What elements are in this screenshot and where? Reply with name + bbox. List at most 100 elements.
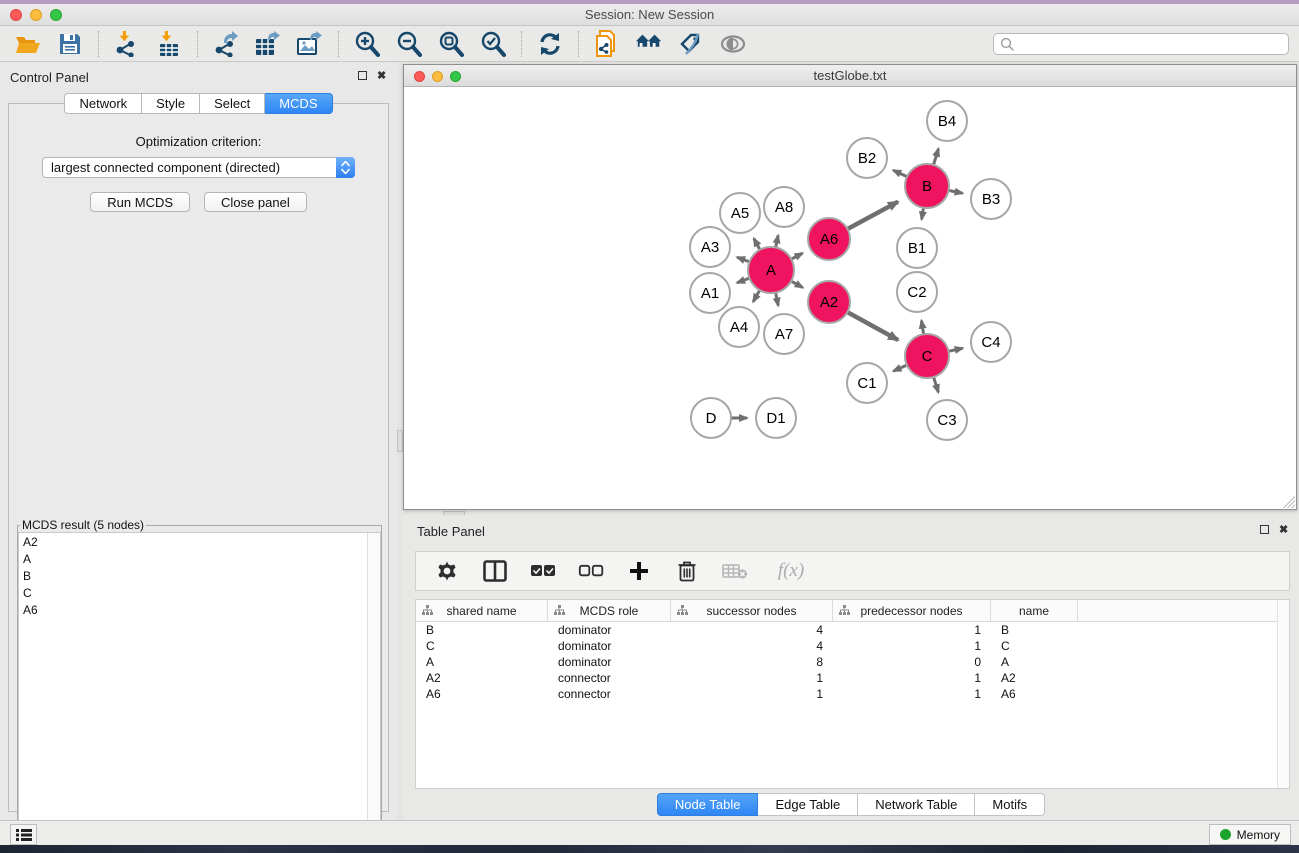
mcds-result-title: MCDS result (5 nodes) [20,518,146,532]
node-label-B4: B4 [938,113,956,130]
zoom-in-icon[interactable] [353,30,381,58]
result-item[interactable]: A2 [19,533,380,550]
tab-edge-table[interactable]: Edge Table [758,793,858,816]
tab-style[interactable]: Style [142,93,200,114]
cell-shared_name: A6 [416,686,548,702]
toggle-panel-columns-icon[interactable] [482,558,508,584]
node-table: shared nameMCDS rolesuccessor nodesprede… [415,599,1290,789]
annotations-icon[interactable] [677,30,705,58]
float-panel-icon[interactable] [358,71,367,83]
table-panel: Table Panel ✖ [403,515,1299,820]
table-row[interactable]: A6connector11A6 [416,686,1289,702]
delete-table-icon-disabled[interactable] [722,558,748,584]
run-mcds-button[interactable]: Run MCDS [90,192,190,212]
node-label-A3: A3 [701,239,719,256]
main-area: Control Panel ✖ NetworkStyleSelectMCDS O… [0,62,1299,820]
node-label-B: B [922,178,932,195]
zoom-out-icon[interactable] [395,30,423,58]
refresh-icon[interactable] [536,30,564,58]
tab-network-table[interactable]: Network Table [858,793,975,816]
cell-name: A2 [991,670,1078,686]
zoom-fit-icon[interactable] [437,30,465,58]
network-graph[interactable]: B4B2BB3A5A8A6B1A3AA1C2A2A4A7CC4C1C3DD1 [404,87,1296,509]
cell-shared_name: C [416,638,548,654]
network-window-titlebar: testGlobe.txt [404,65,1296,87]
close-network-button[interactable] [414,71,425,82]
float-table-panel-icon[interactable] [1260,525,1269,537]
zoom-selected-icon[interactable] [479,30,507,58]
import-table-icon[interactable] [155,30,183,58]
close-panel-icon[interactable]: ✖ [377,71,386,82]
cell-shared_name: A [416,654,548,670]
function-builder-icon-disabled[interactable]: f(x) [770,558,812,584]
control-panel-tabs: NetworkStyleSelectMCDS [0,93,397,114]
table-row[interactable]: A2connector11A2 [416,670,1289,686]
table-row[interactable]: Adominator80A [416,654,1289,670]
node-table-header: shared nameMCDS rolesuccessor nodesprede… [416,600,1289,622]
result-item[interactable]: A [19,550,380,567]
task-history-button[interactable] [10,824,37,845]
control-panel: Control Panel ✖ NetworkStyleSelectMCDS O… [0,62,397,820]
export-table-icon[interactable] [254,30,282,58]
result-list-scrollbar[interactable] [367,533,380,849]
cell-successor_nodes: 4 [671,638,833,654]
home-icon[interactable] [635,30,663,58]
table-panel-tabs: Node TableEdge TableNetwork TableMotifs [403,793,1299,816]
table-row[interactable]: Cdominator41C [416,638,1289,654]
unselect-all-columns-icon[interactable] [578,558,604,584]
mcds-result-list[interactable]: A2ABCA6 [18,532,381,850]
tab-mcds[interactable]: MCDS [265,93,332,114]
cell-mcds_role: dominator [548,622,671,638]
result-item[interactable]: C [19,584,380,601]
table-scrollbar[interactable] [1277,600,1289,788]
memory-button[interactable]: Memory [1209,824,1291,845]
eye-icon[interactable] [719,30,747,58]
result-item[interactable]: A6 [19,601,380,618]
tab-network[interactable]: Network [64,93,142,114]
maximize-window-button[interactable] [50,9,62,21]
node-label-A8: A8 [775,199,793,216]
table-settings-gear-icon[interactable] [434,558,460,584]
criterion-value: largest connected component (directed) [51,160,280,175]
close-panel-button[interactable]: Close panel [204,192,307,212]
export-image-icon[interactable] [296,30,324,58]
search-input[interactable] [1015,37,1275,51]
create-column-plus-icon[interactable] [626,558,652,584]
column-header-name[interactable]: name [991,600,1078,621]
save-session-icon[interactable] [56,30,84,58]
tab-select[interactable]: Select [200,93,265,114]
window-controls [10,9,62,21]
close-window-button[interactable] [10,9,22,21]
network-window-controls [414,71,461,82]
minimize-window-button[interactable] [30,9,42,21]
tab-motifs[interactable]: Motifs [975,793,1045,816]
cell-name: B [991,622,1078,638]
cell-mcds_role: connector [548,686,671,702]
column-header-shared-name[interactable]: shared name [416,600,548,621]
result-item[interactable]: B [19,567,380,584]
node-label-B3: B3 [982,191,1000,208]
criterion-dropdown[interactable]: largest connected component (directed) [42,157,355,178]
cell-predecessor_nodes: 1 [833,670,991,686]
select-all-columns-icon[interactable] [530,558,556,584]
network-canvas[interactable]: B4B2BB3A5A8A6B1A3AA1C2A2A4A7CC4C1C3DD1 [404,87,1296,509]
table-row[interactable]: Bdominator41B [416,622,1289,638]
cell-successor_nodes: 1 [671,670,833,686]
node-label-C: C [922,348,933,365]
column-header-MCDS-role[interactable]: MCDS role [548,600,671,621]
maximize-network-button[interactable] [450,71,461,82]
import-network-icon[interactable] [113,30,141,58]
session-title: Session: New Session [0,4,1299,25]
delete-column-trash-icon[interactable] [674,558,700,584]
node-label-A1: A1 [701,285,719,302]
search-box[interactable] [993,33,1289,55]
resize-grip-icon[interactable] [1282,495,1295,508]
minimize-network-button[interactable] [432,71,443,82]
column-header-successor-nodes[interactable]: successor nodes [671,600,833,621]
export-network-icon[interactable] [212,30,240,58]
close-table-panel-icon[interactable]: ✖ [1279,525,1288,536]
open-session-icon[interactable] [14,30,42,58]
tab-node-table[interactable]: Node Table [657,793,759,816]
column-header-predecessor-nodes[interactable]: predecessor nodes [833,600,991,621]
duplicate-network-icon[interactable] [593,30,621,58]
